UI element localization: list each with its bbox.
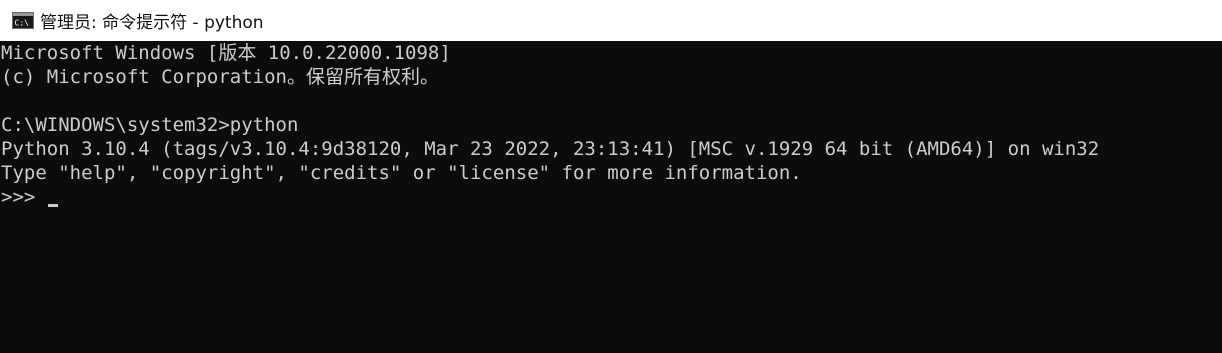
window-title: 管理员: 命令提示符 - python [40, 13, 264, 33]
console-line: (c) Microsoft Corporation。保留所有权利。 [1, 66, 439, 88]
console-line: Type "help", "copyright", "credits" or "… [1, 162, 802, 184]
cmd-icon-label: C:\ [15, 19, 30, 28]
console-line: C:\WINDOWS\system32>python [1, 114, 299, 136]
console-output[interactable]: Microsoft Windows [版本 10.0.22000.1098] (… [0, 41, 1222, 353]
cmd-icon[interactable]: C:\ [12, 12, 34, 29]
prompt-line[interactable]: >>> [1, 185, 1222, 209]
text-cursor [47, 204, 58, 207]
console-line: Microsoft Windows [版本 10.0.22000.1098] [1, 42, 451, 64]
python-prompt: >>> [1, 186, 47, 208]
title-bar[interactable]: C:\ 管理员: 命令提示符 - python [0, 0, 1222, 41]
console-window: C:\ 管理员: 命令提示符 - python Microsoft Window… [0, 0, 1222, 353]
console-line: Python 3.10.4 (tags/v3.10.4:9d38120, Mar… [1, 138, 1100, 160]
